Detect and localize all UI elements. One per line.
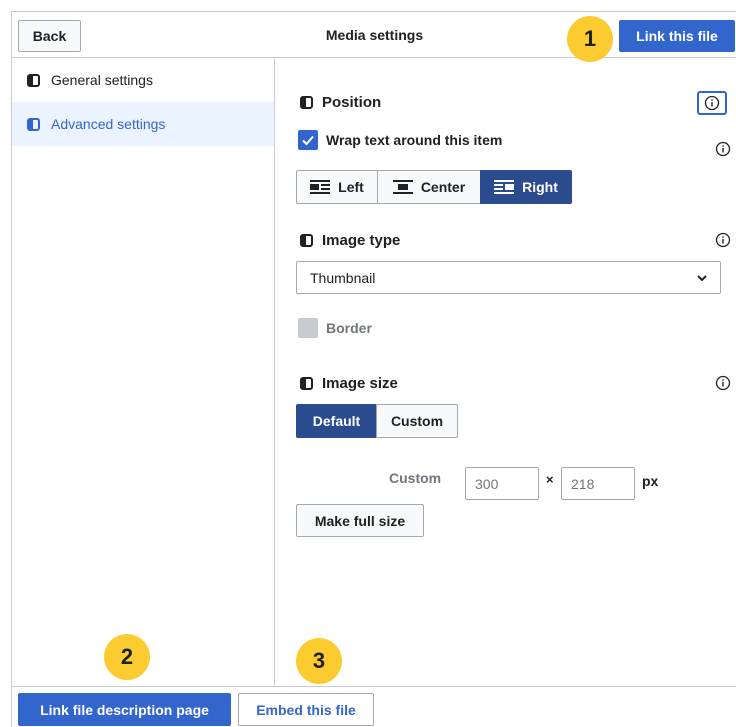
align-right-icon — [494, 180, 515, 194]
panel-icon — [300, 96, 313, 109]
size-custom-button[interactable]: Custom — [376, 404, 458, 438]
back-button[interactable]: Back — [18, 20, 81, 52]
chevron-down-icon — [697, 275, 707, 282]
align-center-label: Center — [420, 179, 466, 195]
info-icon[interactable] — [715, 232, 731, 248]
dialog-header: Back Media settings Link this file — [12, 12, 736, 58]
border-row: Border — [298, 318, 372, 338]
media-settings-dialog: Back Media settings Link this file Gener… — [11, 11, 736, 727]
info-icon[interactable] — [715, 375, 731, 391]
info-icon — [704, 95, 720, 111]
link-this-file-button[interactable]: Link this file — [619, 20, 735, 52]
image-type-title: Image type — [322, 232, 401, 249]
wrap-text-checkbox[interactable] — [298, 130, 318, 150]
height-input[interactable] — [561, 467, 635, 500]
image-size-title: Image size — [322, 375, 398, 392]
callout-badge-3: 3 — [296, 638, 342, 684]
image-size-heading: Image size — [300, 375, 398, 392]
make-full-size-button[interactable]: Make full size — [296, 504, 424, 537]
sidebar-item-label: General settings — [51, 72, 153, 88]
image-size-button-group: Default Custom — [296, 404, 458, 438]
info-icon[interactable] — [715, 141, 731, 157]
sidebar-item-advanced-settings[interactable]: Advanced settings — [12, 102, 274, 146]
align-left-icon — [310, 180, 331, 194]
settings-sidebar: General settings Advanced settings — [12, 58, 275, 686]
position-heading: Position — [300, 94, 381, 111]
check-icon — [302, 135, 314, 146]
sidebar-item-general-settings[interactable]: General settings — [12, 58, 274, 102]
border-checkbox[interactable] — [298, 318, 318, 338]
align-left-label: Left — [338, 179, 364, 195]
align-left-button[interactable]: Left — [296, 170, 378, 204]
image-type-heading: Image type — [300, 232, 400, 249]
dialog-footer: Link file description page Embed this fi… — [12, 686, 736, 727]
align-right-label: Right — [522, 179, 558, 195]
advanced-settings-panel: Position Wrap text around this item Left… — [276, 58, 736, 686]
border-label: Border — [326, 320, 372, 336]
link-file-description-page-button[interactable]: Link file description page — [18, 693, 231, 726]
embed-this-file-button[interactable]: Embed this file — [238, 693, 374, 726]
unit-label: px — [642, 473, 659, 489]
wrap-text-row: Wrap text around this item — [298, 130, 502, 150]
times-sign: × — [546, 472, 554, 487]
align-center-icon — [392, 180, 413, 194]
position-info-button[interactable] — [697, 91, 727, 115]
sidebar-item-label: Advanced settings — [51, 116, 166, 132]
callout-badge-2: 2 — [104, 634, 150, 680]
position-title: Position — [322, 94, 382, 111]
panel-icon — [27, 73, 40, 87]
wrap-text-label: Wrap text around this item — [326, 132, 503, 148]
panel-icon — [300, 234, 313, 247]
alignment-button-group: Left Center Right — [296, 170, 572, 204]
panel-icon — [300, 377, 313, 390]
image-type-dropdown[interactable]: Thumbnail — [296, 261, 721, 294]
image-type-value: Thumbnail — [310, 269, 376, 286]
panel-icon — [27, 117, 40, 131]
callout-badge-1: 1 — [567, 16, 613, 62]
align-center-button[interactable]: Center — [377, 170, 481, 204]
size-default-button[interactable]: Default — [296, 404, 377, 438]
width-input[interactable] — [465, 467, 539, 500]
align-right-button[interactable]: Right — [480, 170, 572, 204]
custom-size-label: Custom — [389, 470, 442, 486]
